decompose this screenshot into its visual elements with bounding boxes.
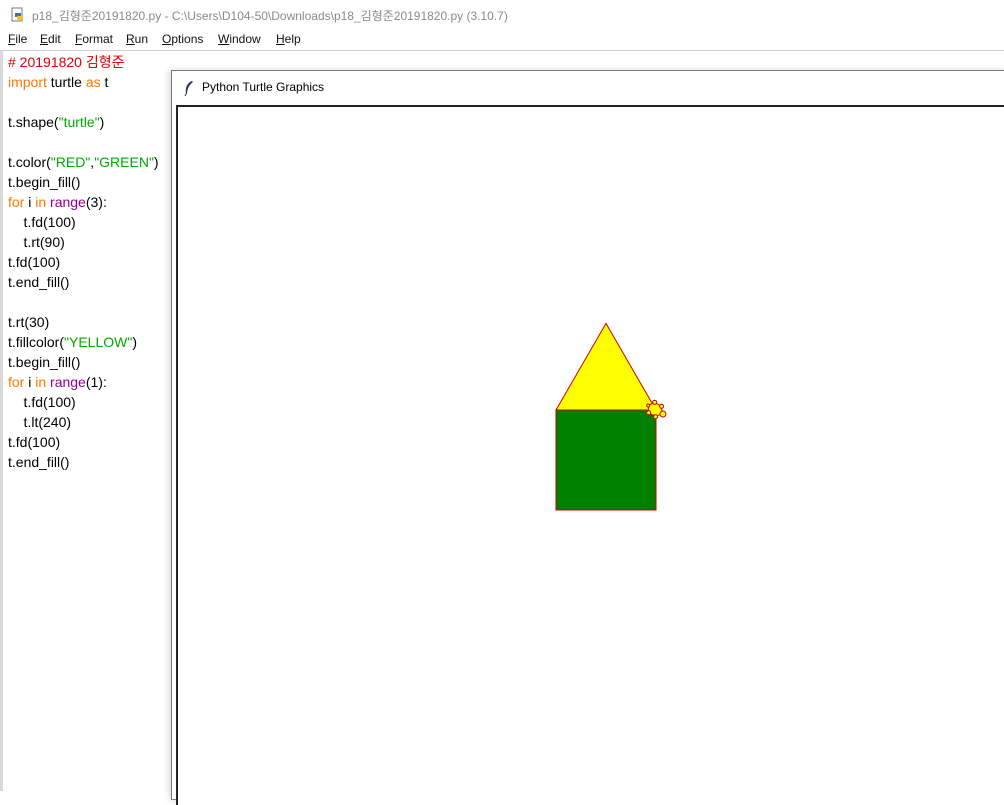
code-token: t.fd(100) <box>8 394 76 410</box>
turtle-window-title: Python Turtle Graphics <box>202 80 325 94</box>
code-line: # 20191820 김형준 <box>8 52 125 72</box>
code-token: ) <box>132 334 137 350</box>
turtle-title-bar[interactable]: Python Turtle Graphics <box>172 71 1004 105</box>
editor-title-bar: p18_김형준20191820.py - C:\Users\D104-50\Do… <box>0 0 1004 30</box>
code-token: t.fillcolor( <box>8 334 65 350</box>
code-token: # 20191820 김형준 <box>8 54 125 70</box>
code-token: t.rt(90) <box>8 234 65 250</box>
code-token: turtle <box>46 74 86 90</box>
code-token: in <box>35 374 47 390</box>
code-line: t.color("RED","GREEN") <box>8 152 159 172</box>
code-token: t.lt(240) <box>8 414 72 430</box>
code-token: t.begin_fill() <box>8 354 81 370</box>
code-line: t.end_fill() <box>8 452 69 472</box>
code-line: t.fd(100) <box>8 252 60 272</box>
menu-format[interactable]: Format <box>75 32 113 46</box>
menu-window[interactable]: Window <box>218 32 261 46</box>
code-line: t.fd(100) <box>8 212 76 232</box>
feather-icon <box>184 81 193 96</box>
code-line: t.rt(90) <box>8 232 65 252</box>
code-token: range <box>50 374 86 390</box>
turtle-canvas[interactable] <box>176 105 1004 805</box>
code-token: for <box>8 374 25 390</box>
code-token: t.end_fill() <box>8 454 70 470</box>
code-token: in <box>35 194 47 210</box>
code-line: for i in range(3): <box>8 192 107 212</box>
code-line: t.fillcolor("YELLOW") <box>8 332 137 352</box>
code-line: t.begin_fill() <box>8 172 80 192</box>
code-token: i <box>24 194 36 210</box>
menu-bar: File Edit Format Run Options Window Help <box>0 30 1004 51</box>
code-line: t.end_fill() <box>8 272 69 292</box>
code-token: for <box>8 194 25 210</box>
green-square <box>555 409 657 511</box>
code-line: t.lt(240) <box>8 412 71 432</box>
menu-options[interactable]: Options <box>162 32 203 46</box>
code-token: t.fd(100) <box>8 254 61 270</box>
code-line: import turtle as t <box>8 72 108 92</box>
code-token: (3): <box>85 194 107 210</box>
code-editor[interactable]: # 20191820 김형준 import turtle as t t.shape(… <box>0 51 170 791</box>
code-token: t.color( <box>8 154 51 170</box>
code-token: i <box>24 374 36 390</box>
code-token: range <box>50 194 86 210</box>
code-token: "YELLOW" <box>64 334 133 350</box>
code-token: "RED" <box>50 154 91 170</box>
code-line: t.shape("turtle") <box>8 112 104 132</box>
drawing-svg <box>555 322 667 511</box>
code-token: (1): <box>85 374 107 390</box>
python-file-icon <box>11 7 23 22</box>
code-token: t.fd(100) <box>8 214 76 230</box>
menu-edit[interactable]: Edit <box>40 32 61 46</box>
code-token: ) <box>153 154 159 170</box>
code-line: t.fd(100) <box>8 432 60 452</box>
code-line: t.rt(30) <box>8 312 49 332</box>
turtle-graphics-window[interactable]: Python Turtle Graphics <box>171 70 1004 805</box>
code-token: t.shape( <box>8 114 59 130</box>
menu-file[interactable]: File <box>8 32 27 46</box>
code-line: t.begin_fill() <box>8 352 80 372</box>
code-line: for i in range(1): <box>8 372 107 392</box>
menu-run[interactable]: Run <box>126 32 148 46</box>
code-token: "turtle" <box>58 114 100 130</box>
code-token: t.end_fill() <box>8 274 70 290</box>
code-token: t.begin_fill() <box>8 174 81 190</box>
code-line: t.fd(100) <box>8 392 76 412</box>
yellow-triangle <box>555 322 657 411</box>
menu-help[interactable]: Help <box>276 32 301 46</box>
code-token: "GREEN" <box>94 154 154 170</box>
code-token: as <box>85 74 101 90</box>
code-token: t.rt(30) <box>8 314 50 330</box>
code-token: ) <box>99 114 105 130</box>
window-title: p18_김형준20191820.py - C:\Users\D104-50\Do… <box>32 9 508 23</box>
code-token: t.fd(100) <box>8 434 61 450</box>
code-token: import <box>8 74 47 90</box>
code-token: t <box>100 74 109 90</box>
